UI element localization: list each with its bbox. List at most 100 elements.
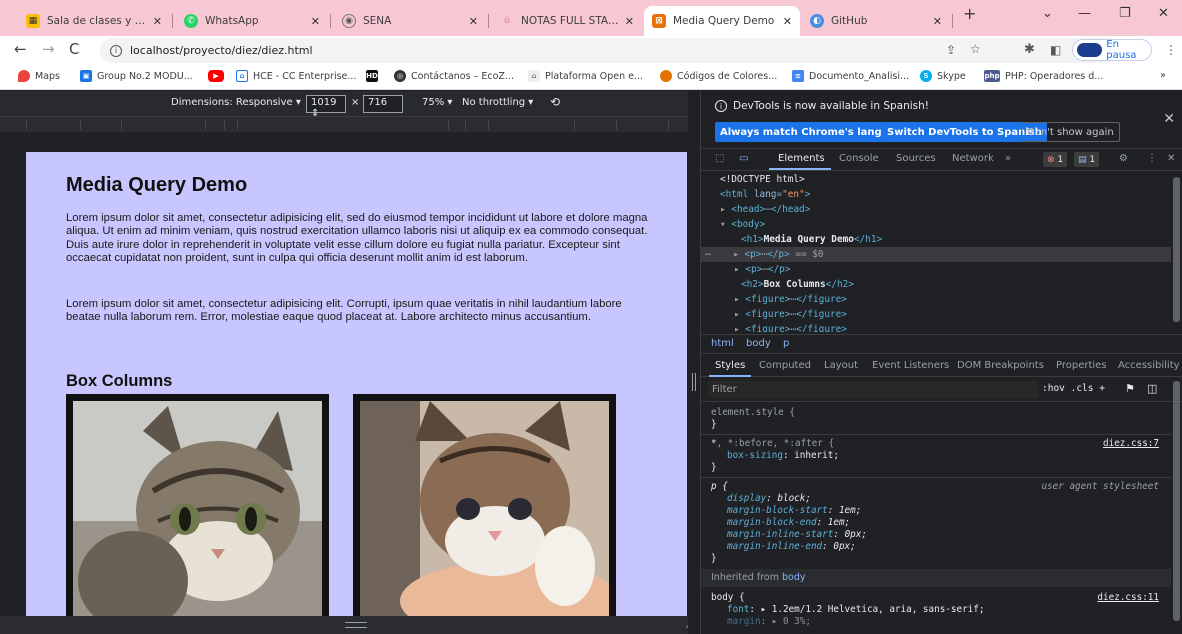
tab-media-query-demo[interactable]: ⊠ Media Query Demo ✕ xyxy=(644,6,800,36)
styles-rules[interactable]: element.style { } *, *:before, *:after {… xyxy=(701,403,1171,634)
tab-network[interactable]: Network xyxy=(952,153,994,164)
close-icon[interactable]: ✕ xyxy=(625,15,634,28)
devtools-close-icon[interactable]: ✕ xyxy=(1167,153,1175,164)
bookmark-documento[interactable]: ≡ Documento_Analisi... xyxy=(792,70,909,82)
window-close-button[interactable]: ✕ xyxy=(1158,6,1169,21)
dom-tree[interactable]: <!DOCTYPE html> <html lang="en"> ▸ <head… xyxy=(701,172,1171,332)
tab-github[interactable]: ◐ GitHub ✕ xyxy=(802,6,950,36)
dom-doctype[interactable]: <!DOCTYPE html> xyxy=(720,172,805,187)
tab-search-button[interactable]: ⌄ xyxy=(1042,6,1053,21)
more-tabs-button[interactable]: » xyxy=(1005,153,1011,164)
height-input[interactable]: 716 xyxy=(363,95,403,113)
styles-scrollbar[interactable] xyxy=(1173,381,1180,621)
viewport-resize-handle-right[interactable] xyxy=(688,91,700,634)
viewport-resize-handle-bottom[interactable]: ⁄⁄ xyxy=(0,616,700,634)
decl-margin-inline-end[interactable]: margin-inline-end: 0px; xyxy=(727,541,856,553)
inspect-icon[interactable]: ⬚ xyxy=(715,153,724,164)
bookmark-hd[interactable]: HD xyxy=(366,70,383,82)
bookmark-maps[interactable]: Maps xyxy=(18,70,60,82)
decl-font[interactable]: font: ▸ 1.2em/1.2 Helvetica, aria, sans-… xyxy=(727,604,984,616)
rule-body[interactable]: body { xyxy=(711,592,745,604)
close-icon[interactable]: ✕ xyxy=(469,15,478,28)
forward-button[interactable]: → xyxy=(42,40,55,58)
tab-whatsapp[interactable]: ✆ WhatsApp ✕ xyxy=(176,6,328,36)
close-icon[interactable]: ✕ xyxy=(1163,111,1175,127)
crumb-html[interactable]: html xyxy=(711,338,734,349)
dom-p-selected[interactable]: ⋯ ▸ <p>⋯</p> == $0 xyxy=(705,247,824,262)
dom-figure[interactable]: ▸ <figure>⋯</figure> xyxy=(734,292,847,307)
dom-body[interactable]: ▾ <body> xyxy=(720,217,765,232)
tab-sena[interactable]: ◉ SENA ✕ xyxy=(334,6,486,36)
source-link-diez-css-7[interactable]: diez.css:7 xyxy=(1103,438,1159,449)
tab-elements[interactable]: Elements xyxy=(778,153,825,164)
rotate-icon[interactable]: ⟲ xyxy=(550,95,560,109)
dom-p[interactable]: ▸ <p>⋯</p> xyxy=(734,262,790,277)
tab-computed[interactable]: Computed xyxy=(759,360,811,371)
dom-figure[interactable]: ▸ <figure>⋯</figure> xyxy=(734,307,847,322)
bookmark-group[interactable]: ▣ Group No.2 MODU... xyxy=(80,70,193,82)
dom-html[interactable]: <html lang="en"> xyxy=(720,187,810,202)
devtools-menu-icon[interactable]: ⋮ xyxy=(1147,153,1157,164)
minimize-button[interactable]: — xyxy=(1078,6,1091,21)
rule-element-style[interactable]: element.style { xyxy=(711,407,795,419)
share-icon[interactable]: ⇪ xyxy=(946,43,956,57)
tab-console[interactable]: Console xyxy=(839,153,879,164)
sidebar-toggle-icon[interactable]: ◫ xyxy=(1147,382,1157,395)
url-text[interactable]: localhost/proyecto/diez/diez.html xyxy=(130,44,313,57)
bookmark-ecoz[interactable]: ◎ Contáctanos – EcoZ... xyxy=(394,70,514,82)
settings-gear-icon[interactable]: ⚙ xyxy=(1119,153,1128,164)
dom-head[interactable]: ▸ <head>⋯</head> xyxy=(720,202,810,217)
reload-button[interactable]: C xyxy=(69,40,79,58)
tab-layout[interactable]: Layout xyxy=(824,360,858,371)
new-tab-button[interactable]: + xyxy=(963,4,976,23)
decl-margin-inline-start[interactable]: margin-inline-start: 0px; xyxy=(727,529,867,541)
tab-properties[interactable]: Properties xyxy=(1056,360,1107,371)
filter-tools[interactable]: :hov .cls + xyxy=(1042,383,1105,394)
width-input[interactable]: 1019 ⇕ xyxy=(306,95,346,119)
paint-icon[interactable]: ⚑ xyxy=(1125,382,1135,395)
bookmark-php[interactable]: php PHP: Operadores d... xyxy=(984,70,1103,82)
decl-display[interactable]: display: block; xyxy=(727,493,811,505)
tab-classroom[interactable]: ▦ Sala de clases y tallere ✕ xyxy=(18,6,170,36)
dom-h2[interactable]: <h2>Box Columns</h2> xyxy=(741,277,854,292)
menu-icon[interactable]: ⋮ xyxy=(1165,43,1177,57)
message-count-badge[interactable]: ▤ 1 xyxy=(1074,152,1100,167)
close-icon[interactable]: ✕ xyxy=(311,15,320,28)
close-icon[interactable]: ✕ xyxy=(933,15,942,28)
bookmark-star-icon[interactable]: ☆ xyxy=(970,42,981,56)
tab-event-listeners[interactable]: Event Listeners xyxy=(872,360,949,371)
dom-figure[interactable]: ▸ <figure>⋯</figure> xyxy=(734,322,847,332)
crumb-body[interactable]: body xyxy=(746,338,771,349)
inherited-element-link[interactable]: body xyxy=(782,572,806,583)
bookmark-youtube[interactable]: ▶ xyxy=(208,70,229,82)
source-link-diez-css-11[interactable]: diez.css:11 xyxy=(1097,592,1159,603)
bookmark-skype[interactable]: S Skype xyxy=(920,70,966,82)
back-button[interactable]: ← xyxy=(14,40,27,58)
bookmark-hce[interactable]: ⌂ HCE - CC Enterprise... xyxy=(236,70,356,82)
restore-button[interactable]: ❐ xyxy=(1119,6,1131,21)
crumb-p[interactable]: p xyxy=(783,338,789,349)
dimensions-dropdown[interactable]: Dimensions: Responsive ▾ xyxy=(171,97,301,108)
decl-margin[interactable]: margin: ▸ 0 3%; xyxy=(727,616,811,628)
bookmark-platform[interactable]: ⌂ Plataforma Open e... xyxy=(528,70,643,82)
device-toggle-icon[interactable]: ▭ xyxy=(739,153,748,164)
info-icon[interactable]: i xyxy=(110,44,122,57)
media-query-ruler[interactable] xyxy=(0,117,700,132)
tab-accessibility[interactable]: Accessibility xyxy=(1118,360,1180,371)
address-bar[interactable]: i localhost/proyecto/diez/diez.html ⇪ ☆ xyxy=(100,38,1116,63)
tab-styles[interactable]: Styles xyxy=(715,360,745,371)
tab-dom-breakpoints[interactable]: DOM Breakpoints xyxy=(957,360,1044,371)
dont-show-again-button[interactable]: Don't show again xyxy=(1021,122,1120,142)
rule-universal[interactable]: *, *:before, *:after { xyxy=(711,438,834,450)
profile-button[interactable]: En pausa xyxy=(1072,39,1152,61)
bookmarks-more-button[interactable]: » xyxy=(1160,70,1166,81)
rule-p[interactable]: p { xyxy=(711,481,728,493)
bookmark-colores[interactable]: Códigos de Colores... xyxy=(660,70,777,82)
zoom-dropdown[interactable]: 75% ▾ xyxy=(422,97,452,108)
decl-margin-block-start[interactable]: margin-block-start: 1em; xyxy=(727,505,861,517)
tab-notas[interactable]: ò NOTAS FULL STACK TA ✕ xyxy=(492,6,642,36)
decl-box-sizing[interactable]: box-sizing: inherit; xyxy=(727,450,839,462)
close-icon[interactable]: ✕ xyxy=(153,15,162,28)
dom-scrollbar[interactable] xyxy=(1173,177,1180,322)
sidepanel-icon[interactable]: ◧ xyxy=(1050,43,1061,57)
